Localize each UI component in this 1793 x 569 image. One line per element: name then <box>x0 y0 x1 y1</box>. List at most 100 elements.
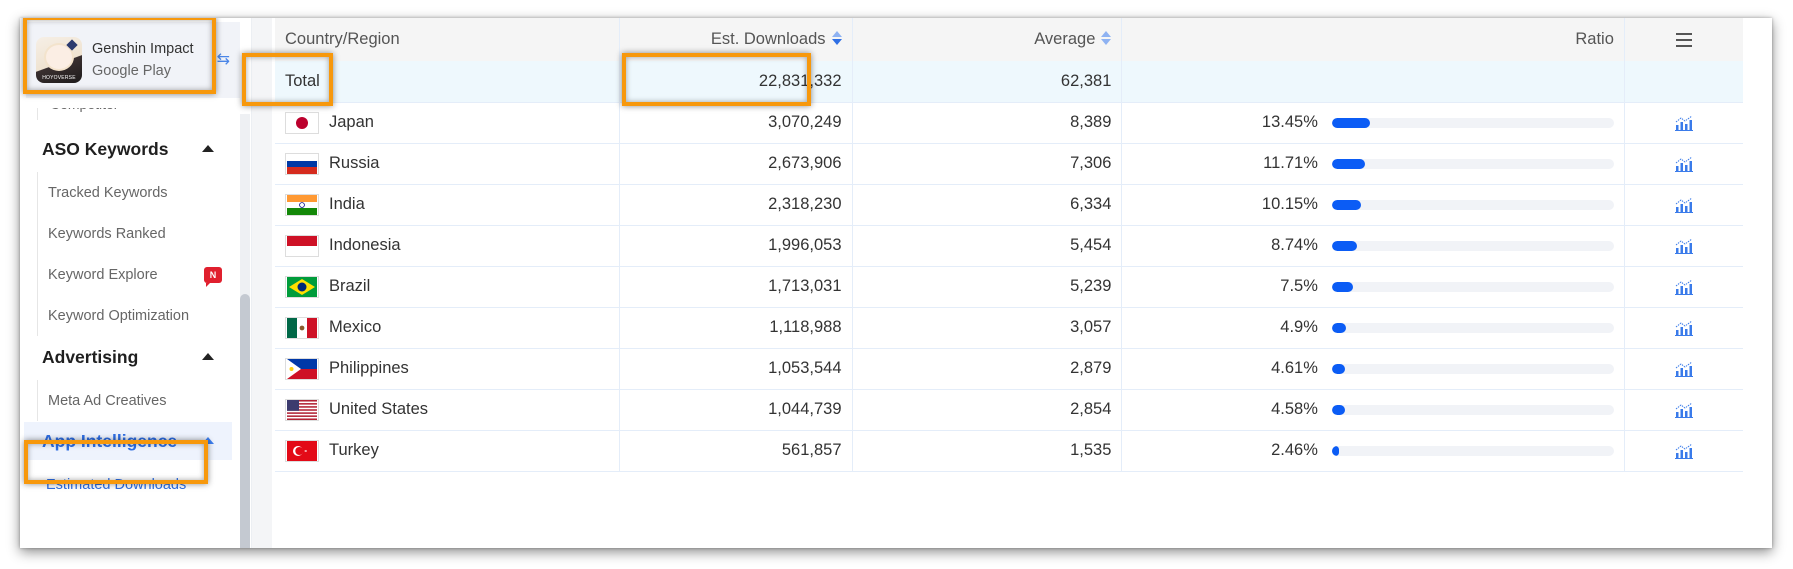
sidebar-item-tracked-keywords[interactable]: Tracked Keywords <box>38 172 228 213</box>
average-cell: 5,454 <box>851 225 1122 267</box>
sidebar-item-keyword-explore[interactable]: Keyword Explore N <box>38 254 228 295</box>
sidebar-scrollbar-thumb[interactable] <box>240 294 250 548</box>
downloads-cell: 1,713,031 <box>618 266 853 308</box>
trend-cell <box>1623 348 1743 390</box>
table-header-row: Country/Region Est. Downloads Average Ra… <box>275 18 1743 61</box>
ratio-bar <box>1331 322 1614 333</box>
table-row: Philippines 1,053,544 2,879 4.61% <box>275 348 1743 390</box>
country-name: Philippines <box>329 359 409 377</box>
sidebar-nav: Competitor ASO Keywords Tracked Keywords… <box>20 108 240 548</box>
app-name: Genshin Impact <box>92 41 194 57</box>
sort-icon[interactable] <box>1101 31 1112 46</box>
trend-cell <box>1623 389 1743 431</box>
hamburger-menu-icon[interactable] <box>1675 32 1692 47</box>
app-store: Google Play <box>92 63 171 79</box>
trend-cell <box>1623 225 1743 267</box>
country-name: United States <box>329 400 429 418</box>
trend-chart-icon[interactable] <box>1674 402 1694 418</box>
section-label: ASO Keywords <box>42 138 169 159</box>
ratio-value: 4.61% <box>1271 359 1318 377</box>
downloads-cell: 1,053,544 <box>618 348 853 390</box>
header-downloads[interactable]: Est. Downloads <box>618 18 853 61</box>
header-average[interactable]: Average <box>851 18 1122 61</box>
table-row: Brazil 1,713,031 5,239 7.5% <box>275 266 1743 308</box>
trend-cell <box>1623 143 1743 185</box>
flag-id-icon <box>285 234 319 257</box>
ratio-cell: 8.74% <box>1121 225 1625 267</box>
ratio-bar <box>1331 199 1614 210</box>
trend-chart-icon[interactable] <box>1674 320 1694 336</box>
sidebar-item-estimated-downloads[interactable]: Estimated Downloads <box>37 464 227 505</box>
ratio-bar <box>1331 117 1614 128</box>
sidebar-scrollbar[interactable] <box>240 114 250 548</box>
flag-br-icon <box>285 275 319 298</box>
total-average: 62,381 <box>851 61 1122 103</box>
ratio-value: 4.9% <box>1280 318 1318 336</box>
table-row: Mexico 1,118,988 3,057 4.9% <box>275 307 1743 349</box>
ratio-bar-fill <box>1331 240 1357 251</box>
country-cell: India <box>275 184 620 226</box>
sidebar-section-aso-keywords[interactable]: ASO Keywords <box>20 130 232 168</box>
ratio-value: 11.71% <box>1263 154 1318 172</box>
average-cell: 2,879 <box>851 348 1122 390</box>
country-cell: Mexico <box>275 307 620 349</box>
ratio-bar-fill <box>1331 158 1365 169</box>
country-name: Indonesia <box>329 236 401 254</box>
sidebar-item-label: Tracked Keywords <box>48 184 168 201</box>
flag-ru-icon <box>285 152 319 175</box>
trend-cell <box>1623 266 1743 308</box>
flag-tr-icon <box>285 439 319 462</box>
flag-in-icon <box>285 193 319 216</box>
header-ratio: Ratio <box>1121 18 1625 61</box>
average-cell: 1,535 <box>851 430 1122 472</box>
trend-chart-icon[interactable] <box>1674 156 1694 172</box>
total-downloads: 22,831,332 <box>618 61 853 103</box>
flag-mx-icon <box>285 316 319 339</box>
ratio-bar-fill <box>1331 363 1345 374</box>
downloads-cell: 561,857 <box>618 430 853 472</box>
downloads-cell: 1,996,053 <box>618 225 853 267</box>
downloads-cell: 3,070,249 <box>618 102 853 144</box>
trend-chart-icon[interactable] <box>1674 443 1694 459</box>
ratio-bar-fill <box>1331 281 1354 292</box>
downloads-cell: 1,118,988 <box>618 307 853 349</box>
table-row: United States 1,044,739 2,854 4.58% <box>275 389 1743 431</box>
sidebar-item-keyword-optimization[interactable]: Keyword Optimization <box>38 295 228 336</box>
header-menu[interactable] <box>1623 18 1743 61</box>
sort-icon[interactable] <box>831 31 842 46</box>
average-cell: 6,334 <box>851 184 1122 226</box>
trend-chart-icon[interactable] <box>1674 115 1694 131</box>
sidebar-item-competitor[interactable]: Competitor <box>50 108 118 114</box>
sidebar-item-label: Meta Ad Creatives <box>48 392 167 409</box>
country-cell: Japan <box>275 102 620 144</box>
ratio-cell: 7.5% <box>1121 266 1625 308</box>
app-selector[interactable]: HOYOVERSE Genshin Impact Google Play ⇆ <box>26 22 240 98</box>
average-cell: 7,306 <box>851 143 1122 185</box>
country-name: Brazil <box>329 277 371 295</box>
sidebar-item-label: Keywords Ranked <box>48 225 166 242</box>
country-name: Japan <box>329 113 374 131</box>
sidebar-section-app-intelligence[interactable]: App Intelligence <box>24 422 232 460</box>
ratio-bar <box>1331 445 1614 456</box>
swap-arrows-icon[interactable]: ⇆ <box>217 52 230 68</box>
sidebar-item-keywords-ranked[interactable]: Keywords Ranked <box>38 213 228 254</box>
sidebar-item-meta-ad-creatives[interactable]: Meta Ad Creatives <box>38 380 228 421</box>
sidebar-section-advertising[interactable]: Advertising <box>20 338 232 376</box>
trend-cell <box>1623 102 1743 144</box>
trend-chart-icon[interactable] <box>1674 197 1694 213</box>
downloads-cell: 1,044,739 <box>618 389 853 431</box>
trend-chart-icon[interactable] <box>1674 361 1694 377</box>
trend-chart-icon[interactable] <box>1674 238 1694 254</box>
ratio-value: 7.5% <box>1280 277 1318 295</box>
trend-chart-icon[interactable] <box>1674 279 1694 295</box>
app-icon-brand: HOYOVERSE <box>42 75 76 81</box>
caret-up-icon <box>202 437 214 444</box>
app-window: HOYOVERSE Genshin Impact Google Play ⇆ C… <box>20 18 1772 548</box>
caret-up-icon <box>202 353 214 360</box>
ratio-cell: 11.71% <box>1121 143 1625 185</box>
caret-up-icon <box>202 145 214 152</box>
country-name: Russia <box>329 154 380 172</box>
country-cell: Philippines <box>275 348 620 390</box>
downloads-cell: 2,318,230 <box>618 184 853 226</box>
total-label: Total <box>275 61 620 103</box>
